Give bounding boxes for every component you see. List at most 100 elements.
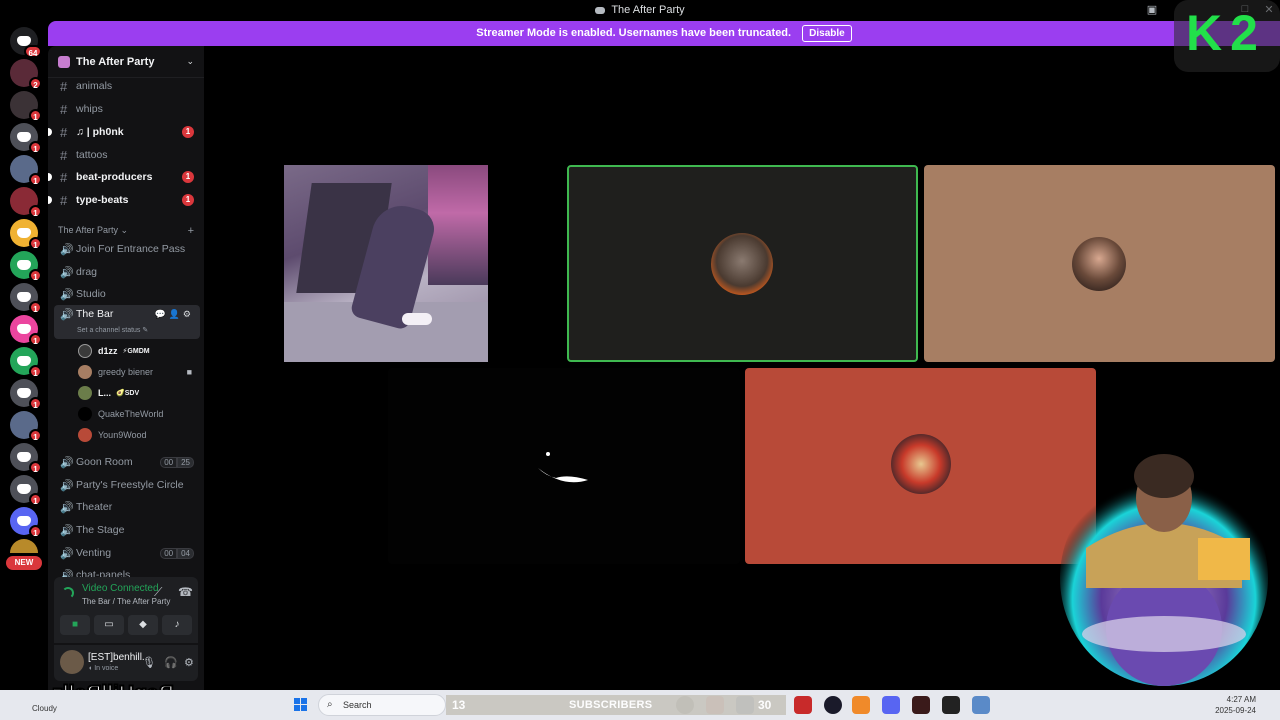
speaker-icon: 🔊 — [60, 288, 74, 301]
server-icon — [58, 55, 70, 68]
video-neon-lights — [428, 165, 488, 285]
microphone-icon[interactable]: 🎙 — [142, 656, 156, 669]
discord-icon — [17, 484, 31, 494]
user-panel: [EST]benhill... ◖ In voice 🎙 🎧 ⚙ — [54, 645, 198, 681]
server-icon-1[interactable]: 2 — [10, 59, 42, 90]
noise-suppression-icon[interactable]: ⟋ — [154, 585, 162, 600]
voice-channel-goon-room[interactable]: 🔊 Goon Room 00 25 — [54, 452, 200, 472]
headphones-icon[interactable]: 🎧 — [164, 656, 178, 669]
discord-icon — [17, 356, 31, 366]
system-clock[interactable]: 4:27 AM 2025-09-24 — [1215, 694, 1256, 716]
server-icon-11[interactable]: 1 — [10, 379, 42, 410]
server-badge: 1 — [29, 237, 42, 250]
soundboard-button[interactable]: ♪ — [162, 615, 192, 635]
server-icon-6[interactable]: 1 — [10, 219, 42, 250]
voice-member[interactable]: QuakeTheWorld — [78, 405, 196, 423]
signal-icon[interactable] — [62, 587, 74, 599]
taskbar-search[interactable]: ⌕ Search — [318, 694, 446, 716]
server-badge: 2 — [29, 77, 42, 90]
discord-icon[interactable] — [882, 696, 900, 714]
server-badge: 1 — [29, 333, 42, 346]
channel-phonk[interactable]: # ♫ | ph0nk 1 — [48, 122, 200, 142]
server-icon-15[interactable]: 1 — [10, 507, 42, 538]
camera-icon: ■ — [186, 367, 192, 377]
voice-member[interactable]: d1zz ⚡GMDM — [78, 342, 196, 360]
channel-status[interactable]: Set a channel status ✎ — [77, 326, 148, 334]
server-icon-8[interactable]: 1 — [10, 283, 42, 314]
obs-icon[interactable] — [824, 696, 842, 714]
participant-avatar — [1072, 237, 1126, 291]
voice-participant-tile-speaking[interactable] — [567, 165, 918, 362]
disconnect-icon[interactable]: ☎ — [178, 585, 193, 599]
user-count: 00 — [160, 547, 178, 559]
voice-member[interactable]: Youn9Wood — [78, 426, 196, 444]
user-limit-counter: 00 04 — [160, 547, 194, 559]
voice-participant-tile[interactable] — [388, 368, 740, 564]
voice-member[interactable]: L... 🥑SDV — [78, 384, 196, 402]
speaker-icon: 🔊 — [60, 456, 74, 469]
channel-animals[interactable]: # animals — [54, 76, 200, 96]
channel-beat-producers[interactable]: # beat-producers 1 — [48, 167, 200, 187]
voice-channel-the-stage[interactable]: 🔊 The Stage — [54, 520, 200, 540]
voice-participant-tile[interactable] — [924, 165, 1275, 362]
direct-messages-button[interactable]: 64 — [10, 27, 42, 58]
avatar[interactable] — [60, 650, 84, 674]
category-header[interactable]: The After Party ⌄ + — [58, 225, 198, 237]
voice-channel-drag[interactable]: 🔊 drag — [54, 262, 200, 282]
disable-streamer-mode-button[interactable]: Disable — [802, 25, 852, 42]
voice-channel-venting[interactable]: 🔊 Venting 00 04 — [54, 543, 200, 563]
server-icon-10[interactable]: 1 — [10, 347, 42, 378]
discord-icon — [595, 6, 606, 14]
app-icon[interactable] — [972, 696, 990, 714]
channel-whips[interactable]: # whips — [54, 99, 200, 119]
inbox-icon[interactable]: ▣ — [1145, 3, 1159, 17]
video-stream-tile[interactable] — [284, 165, 488, 362]
server-icon-13[interactable]: 1 — [10, 443, 42, 474]
camera-button[interactable]: ■ — [60, 615, 90, 635]
channel-sidebar: The After Party ⌄ # animals # whips # ♫ | p… — [48, 46, 204, 693]
activity-button[interactable]: ◆ — [128, 615, 158, 635]
server-icon-12[interactable]: 1 — [10, 411, 42, 442]
voice-status[interactable]: Video Connected — [82, 583, 159, 594]
channel-label: Theater — [76, 501, 113, 513]
member-name: Youn9Wood — [98, 430, 147, 440]
avatar — [78, 428, 92, 442]
app-icon[interactable] — [852, 696, 870, 714]
voice-connection-panel: Video Connected The Bar / The After Part… — [54, 577, 198, 643]
stream-logo-overlay: K2 — [1174, 0, 1280, 72]
voice-participant-tile[interactable] — [745, 368, 1096, 564]
voice-channel-join-for-entrance-pass[interactable]: 🔊 Join For Entrance Pass — [54, 239, 200, 259]
channel-type-beats[interactable]: # type-beats 1 — [48, 190, 200, 210]
mention-badge: 1 — [182, 194, 194, 206]
server-badge: 1 — [29, 461, 42, 474]
weather-widget[interactable]: Cloudy — [32, 704, 57, 713]
server-icon-5[interactable]: 1 — [10, 187, 42, 218]
app-icon[interactable] — [794, 696, 812, 714]
gear-icon[interactable]: ⚙ — [184, 656, 194, 669]
server-icon-2[interactable]: 1 — [10, 91, 42, 122]
voice-member[interactable]: greedy biener ■ — [78, 363, 196, 381]
clock-time: 4:27 AM — [1226, 695, 1256, 704]
member-name: L... — [98, 388, 111, 398]
voice-channel-studio[interactable]: 🔊 Studio — [54, 284, 200, 304]
speaker-icon: 🔊 — [60, 243, 74, 256]
channel-action-icons[interactable]: 💬👤⚙ — [155, 309, 194, 320]
epic-games-icon[interactable] — [942, 696, 960, 714]
server-badge: 1 — [29, 525, 42, 538]
screen-share-button[interactable]: ▭ — [94, 615, 124, 635]
server-icon-14[interactable]: 1 — [10, 475, 42, 506]
voice-channel-partys-freestyle-circle[interactable]: 🔊 Party's Freestyle Circle — [54, 475, 200, 495]
server-icon-3[interactable]: 1 — [10, 123, 42, 154]
add-channel-icon[interactable]: + — [188, 225, 194, 237]
server-icon-4[interactable]: 1 — [10, 155, 42, 186]
app-icon[interactable] — [912, 696, 930, 714]
server-header[interactable]: The After Party ⌄ — [48, 46, 204, 78]
server-icon-7[interactable]: 1 — [10, 251, 42, 282]
discord-icon — [17, 228, 31, 238]
voice-channel-theater[interactable]: 🔊 Theater — [54, 497, 200, 517]
channel-tattoos[interactable]: # tattoos — [54, 145, 200, 165]
username[interactable]: [EST]benhill... — [88, 652, 150, 663]
server-icon-16[interactable] — [10, 539, 38, 553]
start-button[interactable] — [294, 698, 308, 712]
server-icon-9[interactable]: 1 — [10, 315, 42, 346]
